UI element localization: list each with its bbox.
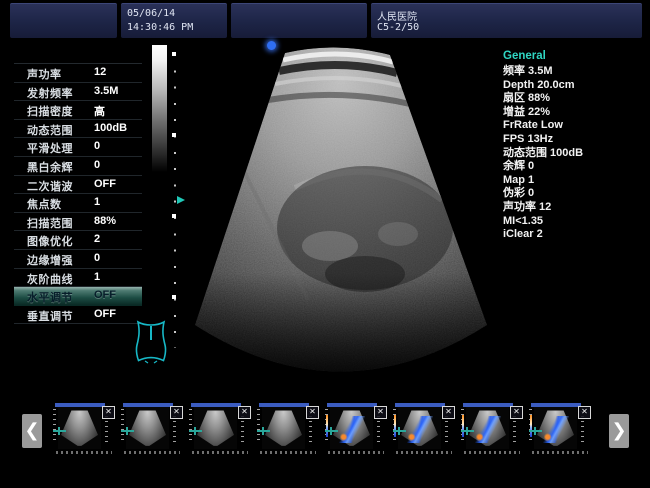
- thumb-caption: [56, 451, 112, 454]
- general-info-panel: General 频率 3.5M Depth 20.0cm 扇区 88% 增益 2…: [503, 50, 643, 242]
- thumbnail-color-doppler[interactable]: ✕: [325, 403, 387, 455]
- panel-title: General: [503, 50, 643, 62]
- param-row-focus-number[interactable]: 焦点数1: [14, 194, 142, 213]
- thumb-marker: [53, 430, 66, 432]
- grayscale-bar: [152, 45, 167, 172]
- close-icon[interactable]: ✕: [374, 406, 387, 419]
- depth-ruler-major-ticks: [172, 52, 176, 302]
- info-persistence: 余辉 0: [503, 160, 643, 174]
- param-row-acoustic-power[interactable]: 声功率12: [14, 64, 142, 83]
- abdomen-body-marker-icon[interactable]: [133, 319, 169, 365]
- param-row-harmonic[interactable]: 二次谐波OFF: [14, 176, 142, 195]
- thumbnail[interactable]: ✕: [189, 403, 251, 455]
- thumbnail-color-doppler[interactable]: ✕: [461, 403, 523, 455]
- thumbnail[interactable]: ✕: [53, 403, 115, 455]
- info-fps: FPS 13Hz: [503, 133, 643, 147]
- info-gain: 增益 22%: [503, 106, 643, 120]
- info-acoustic-power: 声功率 12: [503, 201, 643, 215]
- probe-model: C5-2/50: [377, 22, 419, 33]
- param-row-bw-persistence[interactable]: 黑白余辉0: [14, 157, 142, 176]
- date-text: 05/06/14: [127, 8, 175, 19]
- topbar-segment-empty: [231, 3, 367, 38]
- color-scale: [326, 415, 328, 437]
- info-dynamic-range: 动态范围 100dB: [503, 147, 643, 161]
- info-iclear: iClear 2: [503, 228, 643, 242]
- ultrasound-screen: 05/06/14 14:30:46 PM 人民医院 C5-2/50 声功率12 …: [0, 0, 650, 488]
- time-text: 14:30:46 PM: [127, 22, 193, 33]
- close-icon[interactable]: ✕: [102, 406, 115, 419]
- param-row-scan-density[interactable]: 扫描密度高: [14, 101, 142, 120]
- param-row-vertical-adjust[interactable]: 垂直调节OFF: [14, 306, 142, 325]
- topbar-segment-patient: [10, 3, 117, 38]
- param-row-gray-curve[interactable]: 灰阶曲线1: [14, 269, 142, 288]
- info-framerate: FrRate Low: [503, 119, 643, 133]
- info-sector: 扇区 88%: [503, 92, 643, 106]
- param-row-image-optimize[interactable]: 图像优化2: [14, 231, 142, 250]
- thumbnail-scroll-left-icon[interactable]: ❮: [22, 414, 42, 448]
- param-row-scan-range[interactable]: 扫描范围88%: [14, 213, 142, 232]
- info-depth: Depth 20.0cm: [503, 79, 643, 93]
- info-mi: MI<1.35: [503, 215, 643, 229]
- hospital-name: 人民医院: [377, 8, 417, 23]
- info-pseudocolor: 伪彩 0: [503, 187, 643, 201]
- close-icon[interactable]: ✕: [238, 406, 251, 419]
- topbar-segment-datetime: 05/06/14 14:30:46 PM: [121, 3, 227, 38]
- close-icon[interactable]: ✕: [442, 406, 455, 419]
- close-icon[interactable]: ✕: [578, 406, 591, 419]
- info-map: Map 1: [503, 174, 643, 188]
- param-row-dynamic-range[interactable]: 动态范围100dB: [14, 120, 142, 139]
- close-icon[interactable]: ✕: [306, 406, 319, 419]
- param-row-horizontal-adjust-selected[interactable]: 水平调节OFF: [14, 287, 142, 306]
- thumbnail[interactable]: ✕: [121, 403, 183, 455]
- info-frequency: 频率 3.5M: [503, 65, 643, 79]
- topbar-segment-hospital: 人民医院 C5-2/50: [371, 3, 642, 38]
- doppler-overlay: [339, 416, 365, 443]
- param-row-smoothing[interactable]: 平滑处理0: [14, 138, 142, 157]
- param-row-tx-frequency[interactable]: 发射频率3.5M: [14, 83, 142, 102]
- thumb-image: [58, 407, 101, 449]
- parameter-sidebar: 声功率12 发射频率3.5M 扫描密度高 动态范围100dB 平滑处理0 黑白余…: [14, 63, 142, 324]
- thumbnail-color-doppler[interactable]: ✕: [529, 403, 591, 455]
- close-icon[interactable]: ✕: [510, 406, 523, 419]
- param-row-edge-enhance[interactable]: 边缘增强0: [14, 250, 142, 269]
- thumbnail-color-doppler[interactable]: ✕: [393, 403, 455, 455]
- close-icon[interactable]: ✕: [170, 406, 183, 419]
- thumbnail-scroll-right-icon[interactable]: ❯: [609, 414, 629, 448]
- thumbnail[interactable]: ✕: [257, 403, 319, 455]
- ultrasound-image[interactable]: [180, 38, 500, 378]
